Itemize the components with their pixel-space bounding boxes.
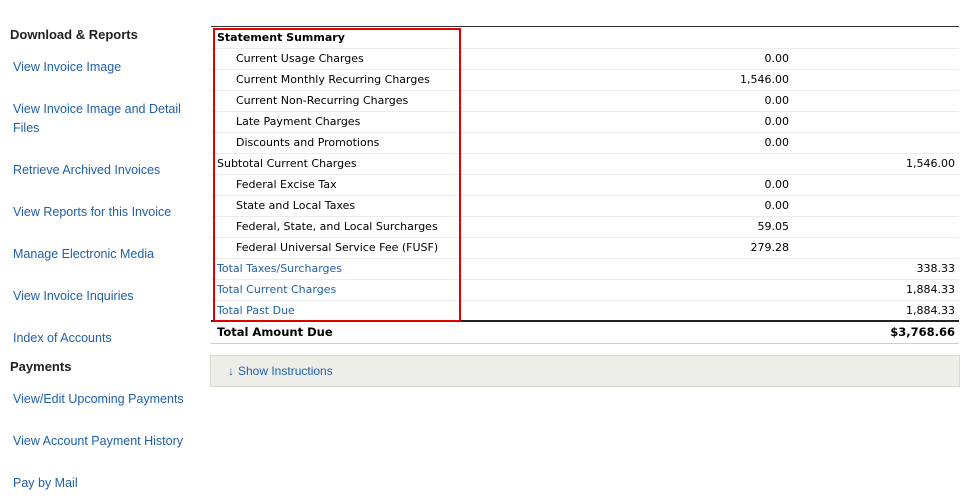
row-amount: 279.28 [750,241,790,254]
table-row: Total Taxes/Surcharges 338.33 [211,258,959,280]
row-total: 1,546.00 [906,157,955,170]
total-current-charges-link[interactable]: Total Current Charges [217,279,336,300]
table-row: Federal, State, and Local Surcharges 59.… [211,216,959,238]
retrieve-archived-invoices-link[interactable]: Retrieve Archived Invoices [13,161,160,180]
row-label: Federal Excise Tax [236,178,337,191]
table-row: Discounts and Promotions 0.00 [211,132,959,154]
row-label: Current Usage Charges [236,52,364,65]
index-of-accounts-link[interactable]: Index of Accounts [13,329,112,348]
row-amount: 0.00 [764,136,790,149]
table-row: Federal Excise Tax 0.00 [211,174,959,196]
row-label: Late Payment Charges [236,115,361,128]
row-amount: 0.00 [764,178,790,191]
view-invoice-image-detail-link[interactable]: View Invoice Image and Detail Files [13,100,193,138]
view-edit-upcoming-payments-link[interactable]: View/Edit Upcoming Payments [13,390,184,409]
row-label: Federal Universal Service Fee (FUSF) [236,241,439,254]
row-total: 1,884.33 [906,283,955,296]
row-amount: 0.00 [764,52,790,65]
view-invoice-inquiries-link[interactable]: View Invoice Inquiries [13,287,134,306]
show-instructions-label: Show Instructions [238,364,333,378]
total-amount-due-label: Total Amount Due [217,325,333,339]
row-label: State and Local Taxes [236,199,356,212]
row-label: Federal, State, and Local Surcharges [236,220,438,233]
table-row: Late Payment Charges 0.00 [211,111,959,133]
row-amount: 0.00 [764,94,790,107]
row-label: Subtotal Current Charges [217,157,357,170]
row-amount: 59.05 [757,220,790,233]
total-amount-due-value: $3,768.66 [890,325,955,339]
row-label: Current Monthly Recurring Charges [236,73,430,86]
table-row: State and Local Taxes 0.00 [211,195,959,217]
total-amount-due-row: Total Amount Due $3,768.66 [211,320,959,344]
view-reports-link[interactable]: View Reports for this Invoice [13,203,171,222]
row-amount: 1,546.00 [740,73,789,86]
table-row: Total Past Due 1,884.33 [211,300,959,322]
instructions-bar: ↓ Show Instructions [210,355,960,387]
row-label: Current Non-Recurring Charges [236,94,409,107]
row-label: Discounts and Promotions [236,136,380,149]
statement-title: Statement Summary [217,31,345,44]
show-instructions-button[interactable]: ↓ Show Instructions [228,356,333,386]
manage-electronic-media-link[interactable]: Manage Electronic Media [13,245,154,264]
table-row: Current Monthly Recurring Charges 1,546.… [211,69,959,91]
row-total: 1,884.33 [906,304,955,317]
view-account-payment-history-link[interactable]: View Account Payment History [13,432,183,451]
row-amount: 0.00 [764,115,790,128]
table-row: Current Non-Recurring Charges 0.00 [211,90,959,112]
pay-by-mail-link[interactable]: Pay by Mail [13,474,78,493]
row-amount: 0.00 [764,199,790,212]
total-taxes-surcharges-link[interactable]: Total Taxes/Surcharges [217,258,342,279]
total-past-due-link[interactable]: Total Past Due [217,300,295,321]
table-row: Total Current Charges 1,884.33 [211,279,959,301]
table-row: Subtotal Current Charges 1,546.00 [211,153,959,175]
view-invoice-image-link[interactable]: View Invoice Image [13,58,121,77]
payments-heading: Payments [10,359,72,374]
table-row: Current Usage Charges 0.00 [211,48,959,70]
download-reports-heading: Download & Reports [10,27,138,42]
row-total: 338.33 [916,262,956,275]
table-row: Federal Universal Service Fee (FUSF) 279… [211,237,959,259]
down-arrow-icon: ↓ [228,364,234,378]
sidebar: Download & Reports View Invoice Image Vi… [0,0,200,503]
statement-title-row: Statement Summary [211,27,959,49]
